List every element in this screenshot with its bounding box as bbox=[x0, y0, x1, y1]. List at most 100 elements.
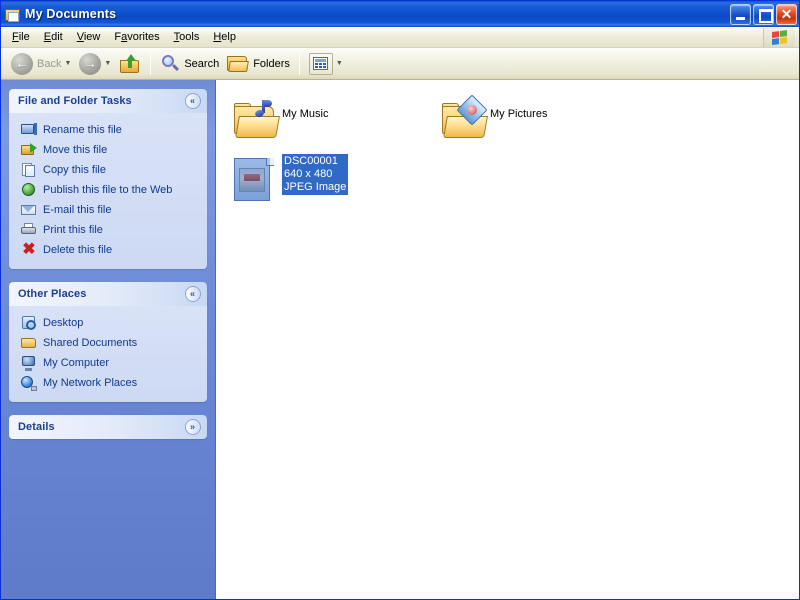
panel-title-other-places: Other Places bbox=[18, 288, 87, 300]
up-button[interactable] bbox=[115, 52, 145, 76]
magnifier-icon bbox=[160, 54, 180, 74]
task-label: Rename this file bbox=[43, 124, 122, 136]
panel-details: Details » bbox=[9, 415, 207, 439]
pictures-folder-icon bbox=[438, 94, 490, 142]
title-bar: My Documents ✕ bbox=[1, 1, 799, 27]
place-my-computer[interactable]: My Computer bbox=[13, 353, 203, 373]
jpeg-thumbnail-icon bbox=[230, 154, 282, 202]
item-filetype: JPEG Image bbox=[284, 181, 347, 193]
item-label: My Music bbox=[282, 108, 329, 120]
folders-button[interactable]: Folders bbox=[223, 53, 294, 75]
task-label: Copy this file bbox=[43, 164, 106, 176]
search-label: Search bbox=[184, 57, 220, 70]
chevron-down-icon[interactable]: » bbox=[185, 419, 201, 435]
views-button[interactable]: ▼ bbox=[305, 51, 347, 77]
task-pane-sidebar: File and Folder Tasks « Rename this file… bbox=[1, 80, 216, 599]
menu-file[interactable]: File bbox=[5, 29, 37, 45]
task-move-this-file[interactable]: Move this file bbox=[13, 140, 203, 160]
delete-icon: ✖ bbox=[22, 241, 36, 258]
window-title: My Documents bbox=[25, 7, 117, 21]
maximize-button[interactable] bbox=[753, 3, 774, 25]
back-dropdown-caret[interactable]: ▼ bbox=[64, 60, 71, 67]
task-label: Publish this file to the Web bbox=[43, 184, 173, 196]
folder-icon bbox=[227, 55, 249, 73]
move-icon bbox=[21, 142, 37, 158]
item-filename: DSC00001 bbox=[284, 155, 338, 167]
task-label: Move this file bbox=[43, 144, 108, 156]
task-label: Delete this file bbox=[43, 244, 113, 256]
task-label: E-mail this file bbox=[43, 204, 112, 216]
minimize-button[interactable] bbox=[730, 3, 751, 25]
back-button[interactable]: ← Back ▼ bbox=[7, 51, 75, 77]
item-dimensions: 640 x 480 bbox=[284, 168, 333, 180]
folder-up-icon bbox=[119, 53, 141, 74]
menu-help-label: elp bbox=[221, 31, 236, 43]
place-label: My Computer bbox=[43, 357, 110, 369]
close-icon: ✕ bbox=[780, 5, 793, 22]
computer-icon bbox=[21, 355, 37, 371]
place-label: Shared Documents bbox=[43, 337, 138, 349]
task-label: Print this file bbox=[43, 224, 103, 236]
panel-file-and-folder-tasks: File and Folder Tasks « Rename this file… bbox=[9, 89, 207, 269]
shared-folder-icon bbox=[21, 335, 37, 351]
menu-view[interactable]: View bbox=[70, 29, 108, 45]
explorer-window: My Documents ✕ File Edit View Favorites … bbox=[0, 0, 800, 600]
list-item-dsc00001[interactable]: DSC00001 640 x 480 JPEG Image bbox=[228, 152, 436, 212]
place-label: Desktop bbox=[43, 317, 84, 329]
task-delete-this-file[interactable]: ✖ Delete this file bbox=[13, 240, 203, 260]
menu-edit[interactable]: Edit bbox=[37, 29, 70, 45]
print-icon bbox=[21, 222, 37, 238]
views-dropdown-caret[interactable]: ▼ bbox=[336, 60, 343, 67]
item-label: My Pictures bbox=[490, 108, 548, 120]
panel-header-other-places[interactable]: Other Places « bbox=[9, 282, 207, 306]
task-email-this-file[interactable]: E-mail this file bbox=[13, 200, 203, 220]
email-icon bbox=[21, 202, 37, 218]
back-label: Back bbox=[37, 57, 62, 70]
documents-folder-icon bbox=[4, 6, 21, 23]
task-publish-this-file-to-the-web[interactable]: Publish this file to the Web bbox=[13, 180, 203, 200]
desktop-icon bbox=[21, 315, 37, 331]
panel-other-places: Other Places « Desktop Shared Documents … bbox=[9, 282, 207, 402]
menu-tools-label: ools bbox=[179, 31, 200, 43]
place-desktop[interactable]: Desktop bbox=[13, 313, 203, 333]
item-label-selected: DSC00001 640 x 480 JPEG Image bbox=[282, 154, 349, 195]
forward-dropdown-caret[interactable]: ▼ bbox=[104, 60, 111, 67]
list-item-my-pictures[interactable]: My Pictures bbox=[436, 92, 644, 152]
list-item-my-music[interactable]: My Music bbox=[228, 92, 436, 152]
network-icon bbox=[21, 375, 37, 391]
place-shared-documents[interactable]: Shared Documents bbox=[13, 333, 203, 353]
place-my-network-places[interactable]: My Network Places bbox=[13, 373, 203, 393]
toolbar-separator-1 bbox=[150, 52, 152, 75]
menu-help[interactable]: Help bbox=[206, 29, 243, 45]
panel-header-file-tasks[interactable]: File and Folder Tasks « bbox=[9, 89, 207, 113]
menu-favorites[interactable]: Favorites bbox=[107, 29, 166, 45]
menu-tools[interactable]: Tools bbox=[167, 29, 207, 45]
panel-body-file-tasks: Rename this file Move this file Copy thi… bbox=[9, 113, 207, 269]
panel-header-details[interactable]: Details » bbox=[9, 415, 207, 439]
forward-button[interactable]: → ▼ bbox=[75, 51, 115, 77]
panel-body-other-places: Desktop Shared Documents My Computer My … bbox=[9, 306, 207, 402]
task-print-this-file[interactable]: Print this file bbox=[13, 220, 203, 240]
panel-title-file-tasks: File and Folder Tasks bbox=[18, 95, 132, 107]
menu-view-label: iew bbox=[83, 31, 101, 43]
chevron-up-icon[interactable]: « bbox=[185, 286, 201, 302]
menu-bar: File Edit View Favorites Tools Help bbox=[1, 27, 799, 48]
panel-title-details: Details bbox=[18, 421, 55, 433]
menu-file-label: ile bbox=[18, 31, 30, 43]
task-rename-this-file[interactable]: Rename this file bbox=[13, 120, 203, 140]
copy-icon bbox=[21, 162, 37, 178]
folders-label: Folders bbox=[253, 57, 290, 70]
chevron-up-icon[interactable]: « bbox=[185, 93, 201, 109]
task-copy-this-file[interactable]: Copy this file bbox=[13, 160, 203, 180]
window-body: File and Folder Tasks « Rename this file… bbox=[1, 80, 799, 599]
publish-web-icon bbox=[21, 182, 37, 198]
arrow-right-icon: → bbox=[79, 52, 102, 75]
close-button[interactable]: ✕ bbox=[776, 3, 797, 25]
rename-icon bbox=[21, 122, 37, 138]
search-button[interactable]: Search bbox=[156, 52, 223, 76]
toolbar-separator-2 bbox=[298, 52, 300, 75]
place-label: My Network Places bbox=[43, 377, 138, 389]
file-list-view[interactable]: My Music My Pictures DSC00001 640 x 480 … bbox=[216, 80, 799, 599]
item-grid: My Music My Pictures DSC00001 640 x 480 … bbox=[228, 92, 799, 212]
window-controls: ✕ bbox=[730, 3, 797, 25]
